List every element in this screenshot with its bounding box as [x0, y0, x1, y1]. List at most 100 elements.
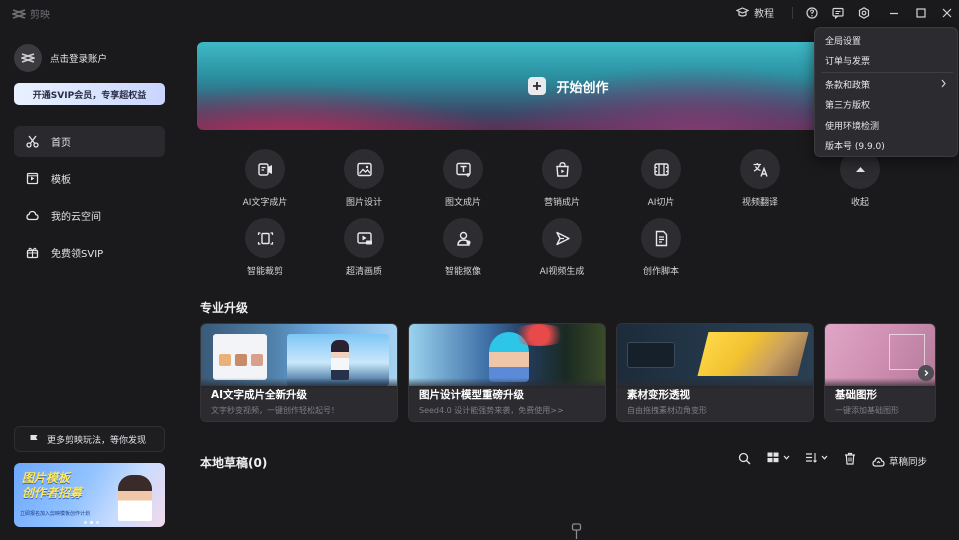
divider: [792, 7, 793, 19]
sidebar-item-free-svip[interactable]: 免费领SVIP: [14, 237, 165, 268]
creator-recruit-banner[interactable]: 图片模板 创作者招募 立即报名加入剪映模板创作计划: [14, 463, 165, 527]
menu-item-third-party-copyright[interactable]: 第三方版权: [815, 94, 957, 114]
tool-collapse[interactable]: 收起: [820, 149, 900, 208]
tool-label: AI切片: [647, 198, 675, 208]
maximize-icon[interactable]: [914, 6, 928, 20]
tool-smart-cutout[interactable]: 智能抠像: [423, 218, 503, 277]
settings-icon[interactable]: [857, 6, 871, 20]
carousel-dots[interactable]: [84, 521, 99, 524]
chevron-down-icon: [821, 455, 828, 460]
capcut-logo-icon: [21, 53, 35, 63]
tool-button[interactable]: [740, 149, 780, 189]
tool-button[interactable]: [641, 218, 681, 258]
carousel-next-button[interactable]: [918, 365, 934, 381]
chevron-right-icon: [941, 79, 946, 88]
tool-image-design[interactable]: 图片设计: [324, 149, 404, 208]
grid-view-dropdown[interactable]: [767, 452, 790, 463]
sort-icon: [806, 453, 817, 463]
tool-button[interactable]: [245, 218, 285, 258]
tool-button[interactable]: [344, 149, 384, 189]
draft-sync-button[interactable]: 草稿同步: [872, 454, 927, 468]
card-thumbnail: [201, 324, 397, 386]
close-icon[interactable]: [940, 6, 954, 20]
tool-ai-slice[interactable]: AI切片: [621, 149, 701, 208]
help-icon[interactable]: [805, 6, 819, 20]
promo-title: 图片模板 创作者招募: [22, 471, 83, 500]
login-label[interactable]: 点击登录账户: [50, 51, 107, 65]
tool-text-image-video[interactable]: 图文成片: [423, 149, 503, 208]
sidebar-item-label: 首页: [51, 138, 71, 149]
menu-item-environment-check[interactable]: 使用环境检测: [815, 115, 957, 135]
ai-slice-icon: [653, 162, 669, 176]
tool-button[interactable]: [542, 149, 582, 189]
app-logo: 剪映: [12, 6, 50, 21]
shopping-bag-icon: [555, 161, 569, 177]
capcut-logo-icon: [12, 8, 26, 19]
plus-icon: [528, 77, 547, 95]
text-image-video-icon: [455, 162, 471, 177]
tool-button[interactable]: [245, 149, 285, 189]
minimize-icon[interactable]: [887, 6, 901, 20]
tool-button[interactable]: [542, 218, 582, 258]
tutorial-button[interactable]: 教程: [736, 5, 774, 20]
section-title-local-drafts: 本地草稿(0): [200, 456, 268, 470]
discover-label: 更多剪映玩法，等你发现: [47, 435, 147, 446]
cloud-icon: [26, 210, 39, 221]
delete-drafts-button[interactable]: [844, 452, 856, 465]
tool-smart-crop[interactable]: 智能裁剪: [225, 218, 305, 277]
translate-icon: [753, 162, 768, 177]
card-title: 素材变形透视: [627, 389, 690, 401]
menu-item-terms-policies[interactable]: 条款和政策: [815, 74, 957, 94]
tool-ai-text-video[interactable]: AI文字成片: [225, 149, 305, 208]
tool-button[interactable]: [443, 218, 483, 258]
tool-label: 营销成片: [543, 198, 580, 208]
promo-person-image: [118, 475, 152, 521]
feature-card-image-design[interactable]: 图片设计模型重磅升级 Seed4.0 设计能强势来袭，免费使用>>: [408, 323, 606, 422]
tool-label: 创作脚本: [642, 267, 679, 277]
tool-hd-quality[interactable]: 超清画质: [324, 218, 404, 277]
tool-button[interactable]: [344, 218, 384, 258]
menu-item-global-settings[interactable]: 全局设置: [815, 30, 957, 50]
smart-crop-icon: [257, 231, 273, 245]
template-icon: [26, 172, 39, 185]
section-title-pro-upgrade: 专业升级: [200, 301, 249, 315]
card-desc: Seed4.0 设计能强势来袭，免费使用>>: [419, 406, 564, 415]
feedback-icon[interactable]: [831, 6, 845, 20]
menu-item-version[interactable]: 版本号 (9.9.0): [815, 135, 957, 155]
sidebar-item-template[interactable]: 模板: [14, 163, 165, 194]
sidebar-item-label: 模板: [51, 175, 71, 186]
menu-divider: [821, 72, 953, 73]
avatar[interactable]: [14, 44, 42, 72]
sidebar-item-home[interactable]: 首页: [14, 126, 165, 157]
draft-sync-label: 草稿同步: [889, 457, 928, 468]
feature-card-material-perspective[interactable]: 素材变形透视 自由拖拽素材边角变形: [616, 323, 814, 422]
discover-more-button[interactable]: 更多剪映玩法，等你发现: [14, 426, 165, 452]
menu-item-orders-invoices[interactable]: 订单与发票: [815, 50, 957, 70]
tool-video-translate[interactable]: 视频翻译: [720, 149, 800, 208]
tool-label: 超清画质: [345, 267, 382, 277]
flag-icon: [30, 434, 38, 444]
sidebar-item-cloud[interactable]: 我的云空间: [14, 200, 165, 231]
sort-dropdown[interactable]: [805, 452, 828, 463]
tool-creation-script[interactable]: 创作脚本: [621, 218, 701, 277]
tool-button[interactable]: [443, 149, 483, 189]
vip-banner-button[interactable]: 开通SVIP会员，专享超权益: [14, 83, 165, 105]
tool-label: 智能抠像: [444, 267, 481, 277]
tool-label: 收起: [850, 198, 869, 208]
search-drafts-button[interactable]: [738, 452, 751, 465]
card-title: 基础图形: [835, 389, 877, 401]
tool-label: 图片设计: [345, 198, 382, 208]
feature-card-ai-text-video[interactable]: AI文字成片全新升级 文字秒变视频，一键创作轻松起号！: [200, 323, 398, 422]
cutout-icon: [456, 231, 470, 246]
promo-subtitle: 立即报名加入剪映模板创作计划: [20, 511, 91, 517]
card-title: AI文字成片全新升级: [211, 389, 308, 401]
tool-marketing-video[interactable]: 营销成片: [522, 149, 602, 208]
card-desc: 一键添加基础图形: [835, 406, 899, 415]
login-account[interactable]: 点击登录账户: [14, 44, 107, 72]
grid-view-icon: [767, 452, 779, 463]
graduation-cap-icon: [736, 7, 749, 17]
tool-label: 视频翻译: [741, 198, 778, 208]
script-icon: [655, 230, 667, 246]
tool-button[interactable]: [641, 149, 681, 189]
tool-ai-video-generate[interactable]: AI视频生成: [522, 218, 602, 277]
